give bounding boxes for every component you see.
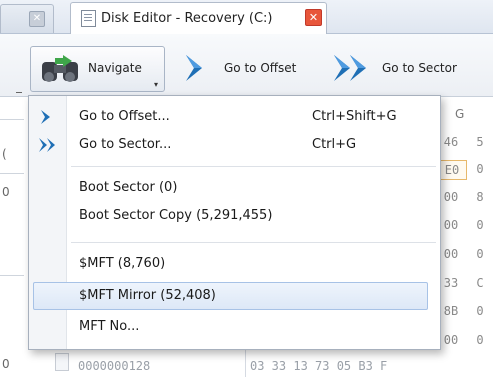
- hex-byte[interactable]: 5: [466, 133, 493, 151]
- toolbar-divider: [16, 92, 22, 93]
- binoculars-icon: [42, 55, 78, 82]
- navigate-menu: Go to Offset... Ctrl+Shift+G Go to Secto…: [28, 95, 441, 350]
- tab-previous-close-icon[interactable]: ✕: [29, 11, 45, 27]
- chevron-down-icon[interactable]: ▾: [154, 80, 158, 89]
- document-icon: [81, 10, 96, 27]
- menu-item-boot-sector-copy[interactable]: Boot Sector Copy (5,291,455): [29, 203, 440, 229]
- goto-offset-label: Go to Offset: [224, 61, 297, 75]
- row-divider: [0, 173, 24, 174]
- left-value: (: [2, 147, 7, 161]
- menu-item-boot-sector[interactable]: Boot Sector (0): [29, 175, 440, 201]
- menu-item-shortcut: Ctrl+G: [312, 137, 357, 152]
- menu-item-label: $MFT Mirror (52,408): [79, 288, 216, 303]
- navigate-button[interactable]: Navigate ▾: [30, 46, 165, 92]
- double-chevron-right-icon: [39, 138, 55, 152]
- hex-byte[interactable]: C: [466, 274, 493, 292]
- menu-item-goto-offset[interactable]: Go to Offset... Ctrl+Shift+G: [29, 104, 440, 130]
- hex-byte[interactable]: 0: [466, 245, 493, 263]
- menu-item-mft[interactable]: $MFT (8,760): [29, 251, 440, 277]
- hex-byte[interactable]: 00: [437, 331, 465, 349]
- hex-row-peek: 0000000128 03 33 13 73 05 B3 F: [0, 359, 493, 377]
- tab-previous[interactable]: ✕: [0, 4, 54, 33]
- hex-byte[interactable]: 0: [466, 331, 493, 349]
- hex-byte[interactable]: 00: [437, 216, 465, 234]
- tab-disk-editor[interactable]: Disk Editor - Recovery (C:) ✕: [70, 2, 327, 34]
- menu-item-label: $MFT (8,760): [79, 256, 166, 271]
- goto-sector-button[interactable]: Go to Sector: [330, 46, 493, 90]
- double-chevron-right-icon: [334, 55, 366, 81]
- navigate-label: Navigate: [88, 61, 142, 75]
- menu-item-label: MFT No...: [79, 319, 140, 334]
- chevron-right-icon: [41, 110, 50, 124]
- editor-left-column: ( 0 0: [0, 97, 30, 377]
- chevron-right-icon: [186, 55, 202, 81]
- tab-strip: ✕ Disk Editor - Recovery (C:) ✕: [0, 0, 493, 34]
- row-offset: 0000000128: [78, 359, 151, 373]
- toolbar: Navigate ▾ Go to Offset Go to Sector: [0, 34, 493, 97]
- hex-byte[interactable]: 0: [466, 216, 493, 234]
- hex-byte[interactable]: 0: [466, 302, 493, 320]
- menu-item-label: Go to Offset...: [79, 109, 170, 124]
- menu-item-shortcut: Ctrl+Shift+G: [312, 109, 397, 124]
- row-divider: [0, 119, 24, 120]
- menu-item-goto-sector[interactable]: Go to Sector... Ctrl+G: [29, 132, 440, 158]
- hex-byte[interactable]: 33: [437, 274, 465, 292]
- menu-separator: [71, 166, 436, 167]
- goto-offset-button[interactable]: Go to Offset: [180, 46, 315, 90]
- hex-byte-selected[interactable]: E0: [437, 160, 467, 180]
- hex-byte[interactable]: 8B: [437, 302, 465, 320]
- row-divider: [0, 275, 24, 276]
- menu-item-label: Boot Sector Copy (5,291,455): [79, 208, 273, 223]
- hex-byte[interactable]: 00: [437, 188, 465, 206]
- menu-separator: [71, 242, 436, 243]
- goto-sector-label: Go to Sector: [382, 61, 457, 75]
- tab-close-icon[interactable]: ✕: [305, 9, 322, 26]
- hex-column-header: G: [455, 107, 465, 121]
- menu-item-label: Boot Sector (0): [79, 180, 178, 195]
- menu-item-mft-no[interactable]: MFT No...: [29, 314, 440, 340]
- hex-byte[interactable]: 00: [437, 245, 465, 263]
- left-value: 0: [2, 185, 10, 199]
- menu-item-mft-mirror[interactable]: $MFT Mirror (52,408): [33, 282, 428, 310]
- hex-byte[interactable]: 0: [466, 160, 493, 178]
- row-bytes: 03 33 13 73 05 B3 F: [250, 359, 388, 373]
- hex-byte[interactable]: 46: [437, 133, 465, 151]
- tab-title: Disk Editor - Recovery (C:): [101, 11, 273, 26]
- hex-byte[interactable]: 8: [466, 188, 493, 206]
- menu-item-label: Go to Sector...: [79, 137, 172, 152]
